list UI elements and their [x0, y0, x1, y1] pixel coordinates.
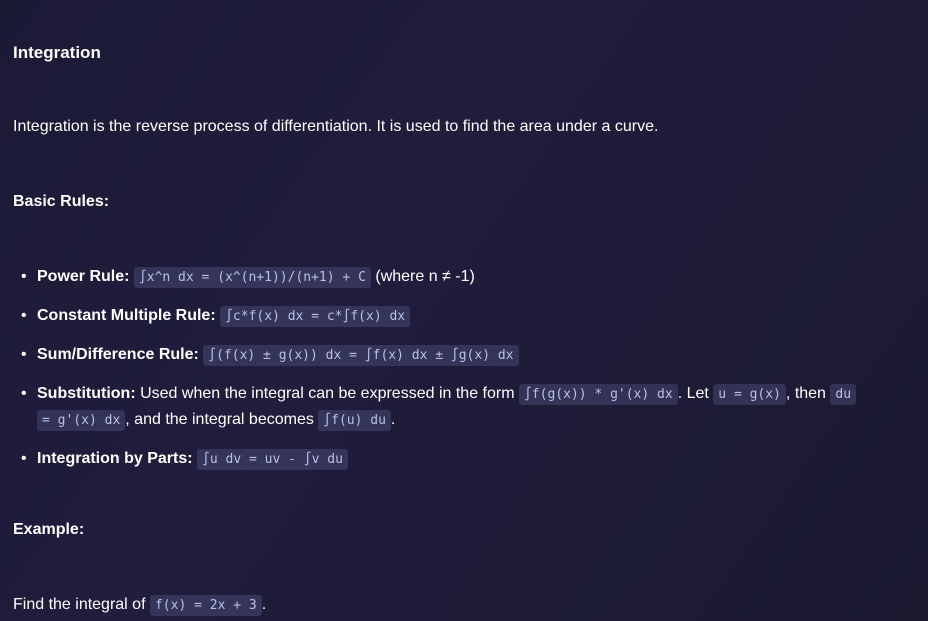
example-heading: Example: [13, 521, 85, 538]
inline-code: f(x) = 2x + 3 [149, 595, 262, 616]
inline-code: ∫f(g(x)) * g'(x) dx [518, 384, 678, 405]
example-text: Find the integral of [13, 596, 146, 613]
list-item-constant-multiple-rule: • Constant Multiple Rule: ∫c*f(x) dx = c… [13, 303, 918, 329]
rule-label: Constant Multiple Rule: [37, 307, 216, 324]
intro-paragraph: Integration is the reverse process of di… [13, 118, 659, 135]
bullet-icon: • [21, 346, 27, 363]
example-end: . [261, 596, 267, 613]
inline-code: ∫c*f(x) dx = c*∫f(x) dx [220, 306, 411, 327]
list-item-power-rule: • Power Rule: ∫x^n dx = (x^(n+1))/(n+1) … [13, 264, 918, 290]
section-title-integration: Integration [13, 43, 101, 62]
bullet-icon: • [21, 268, 27, 285]
rule-label: Substitution: [37, 385, 136, 402]
rule-text: . Let [677, 385, 709, 402]
rule-label: Power Rule: [37, 268, 130, 285]
inline-code: ∫(f(x) ± g(x)) dx = ∫f(x) dx ± ∫g(x) dx [203, 345, 519, 366]
list-item-substitution: • Substitution: Used when the integral c… [13, 381, 918, 433]
example-paragraph: Find the integral of f(x) = 2x + 3. [13, 595, 267, 616]
inline-code: u = g(x) [713, 384, 786, 405]
bullet-icon: • [21, 385, 27, 402]
rule-text: Used when the integral can be expressed … [140, 385, 515, 402]
bullet-icon: • [21, 307, 27, 324]
rule-text: , and the integral becomes [125, 411, 314, 428]
rules-list: • Power Rule: ∫x^n dx = (x^(n+1))/(n+1) … [13, 264, 918, 485]
inline-code: = g'(x) dx [37, 410, 126, 431]
rule-text: , then [785, 385, 826, 402]
bullet-icon: • [21, 450, 27, 467]
rule-note: (where n ≠ -1) [375, 268, 475, 285]
inline-code: ∫x^n dx = (x^(n+1))/(n+1) + C [133, 267, 371, 288]
inline-code: ∫f(u) du [318, 410, 391, 431]
list-item-integration-by-parts: • Integration by Parts: ∫u dv = uv - ∫v … [13, 446, 918, 472]
inline-code: ∫u dv = uv - ∫v du [197, 449, 348, 470]
inline-code: du [830, 384, 857, 405]
rule-label: Integration by Parts: [37, 450, 193, 467]
list-item-sum-difference-rule: • Sum/Difference Rule: ∫(f(x) ± g(x)) dx… [13, 342, 918, 368]
rule-text: . [390, 411, 396, 428]
basic-rules-heading: Basic Rules: [13, 193, 110, 210]
rule-label: Sum/Difference Rule: [37, 346, 199, 363]
